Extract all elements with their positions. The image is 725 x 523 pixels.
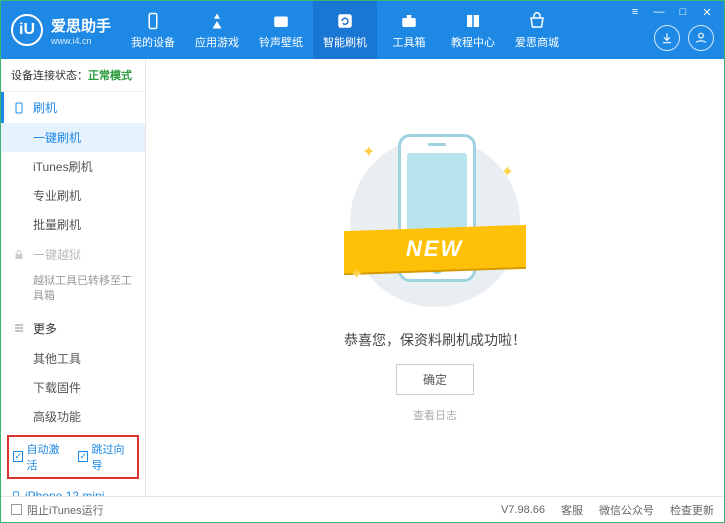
status-bar: 阻止iTunes运行 V7.98.66 客服 微信公众号 检查更新: [1, 496, 724, 522]
checkbox-skip-wizard[interactable]: ✓跳过向导: [78, 441, 133, 473]
version-label: V7.98.66: [501, 504, 545, 516]
logo-icon: iU: [11, 14, 43, 46]
nav-label: 智能刷机: [323, 34, 367, 50]
maximize-button[interactable]: □: [674, 5, 692, 19]
list-icon: [13, 322, 27, 334]
activation-options: ✓自动激活 ✓跳过向导: [7, 435, 139, 479]
main-content: NEW ✦ ✦ ✦ 恭喜您，保资料刷机成功啦！ 确定 查看日志: [146, 59, 724, 496]
group-label: 更多: [33, 320, 57, 337]
book-icon: [463, 11, 483, 31]
sidebar-item-pro-flash[interactable]: 专业刷机: [1, 181, 145, 210]
check-update-link[interactable]: 检查更新: [670, 502, 714, 518]
new-banner: NEW: [406, 236, 463, 262]
title-bar: iU 爱思助手 www.i4.cn 我的设备 应用游戏 铃声壁纸 智能刷机: [1, 1, 724, 59]
nav-apps-games[interactable]: 应用游戏: [185, 1, 249, 59]
user-button[interactable]: [688, 25, 714, 51]
sidebar-item-download-firmware[interactable]: 下载固件: [1, 373, 145, 402]
lock-icon: [13, 249, 27, 261]
download-button[interactable]: [654, 25, 680, 51]
success-illustration: NEW ✦ ✦ ✦: [350, 132, 520, 312]
sidebar-item-batch-flash[interactable]: 批量刷机: [1, 210, 145, 239]
minimize-button[interactable]: —: [650, 5, 668, 19]
nav-smart-flash[interactable]: 智能刷机: [313, 1, 377, 59]
app-url: www.i4.cn: [51, 36, 111, 46]
group-label: 一键越狱: [33, 246, 81, 263]
jailbreak-note: 越狱工具已转移至工具箱: [1, 270, 145, 313]
sidebar-item-oneclick-flash[interactable]: 一键刷机: [1, 123, 145, 152]
nav-label: 应用游戏: [195, 34, 239, 50]
store-icon: [527, 11, 547, 31]
nav-tutorial[interactable]: 教程中心: [441, 1, 505, 59]
sidebar-item-other-tools[interactable]: 其他工具: [1, 344, 145, 373]
refresh-icon: [335, 11, 355, 31]
nav-my-device[interactable]: 我的设备: [121, 1, 185, 59]
window-controls: ≡ — □ ✕: [626, 5, 716, 19]
sidebar-item-advanced[interactable]: 高级功能: [1, 402, 145, 431]
nav-label: 铃声壁纸: [259, 34, 303, 50]
nav-label: 教程中心: [451, 34, 495, 50]
nav-store[interactable]: 爱思商城: [505, 1, 569, 59]
nav-label: 爱思商城: [515, 34, 559, 50]
group-label: 刷机: [33, 99, 57, 116]
sidebar-group-flash[interactable]: 刷机: [1, 92, 145, 123]
close-button[interactable]: ✕: [698, 5, 716, 19]
nav-ringtone-wallpaper[interactable]: 铃声壁纸: [249, 1, 313, 59]
phone-icon: [13, 101, 27, 115]
customer-service-link[interactable]: 客服: [561, 502, 583, 518]
view-log-link[interactable]: 查看日志: [413, 407, 457, 423]
device-info[interactable]: iPhone 12 mini 64GB Down-12mini-13,1: [1, 483, 145, 496]
checkbox-block-itunes[interactable]: 阻止iTunes运行: [11, 502, 104, 518]
app-title: 爱思助手: [51, 15, 111, 36]
sidebar: 设备连接状态：正常模式 刷机 一键刷机 iTunes刷机 专业刷机 批量刷机 一…: [1, 59, 146, 496]
phone-icon: [143, 11, 163, 31]
success-message: 恭喜您，保资料刷机成功啦！: [344, 330, 526, 350]
menu-icon[interactable]: ≡: [626, 5, 644, 19]
nav-label: 工具箱: [393, 34, 426, 50]
nav-toolbox[interactable]: 工具箱: [377, 1, 441, 59]
checkbox-auto-activate[interactable]: ✓自动激活: [13, 441, 68, 473]
apps-icon: [207, 11, 227, 31]
folder-icon: [271, 11, 291, 31]
logo: iU 爱思助手 www.i4.cn: [1, 14, 121, 46]
toolbox-icon: [399, 11, 419, 31]
nav-label: 我的设备: [131, 34, 175, 50]
wechat-link[interactable]: 微信公众号: [599, 502, 654, 518]
sidebar-group-jailbreak: 一键越狱: [1, 239, 145, 270]
device-name: iPhone 12 mini: [11, 489, 135, 496]
status-value: 正常模式: [88, 70, 132, 82]
sidebar-item-itunes-flash[interactable]: iTunes刷机: [1, 152, 145, 181]
connection-status: 设备连接状态：正常模式: [1, 59, 145, 92]
status-label: 设备连接状态：: [11, 70, 88, 82]
ok-button[interactable]: 确定: [396, 364, 474, 395]
sidebar-group-more[interactable]: 更多: [1, 313, 145, 344]
